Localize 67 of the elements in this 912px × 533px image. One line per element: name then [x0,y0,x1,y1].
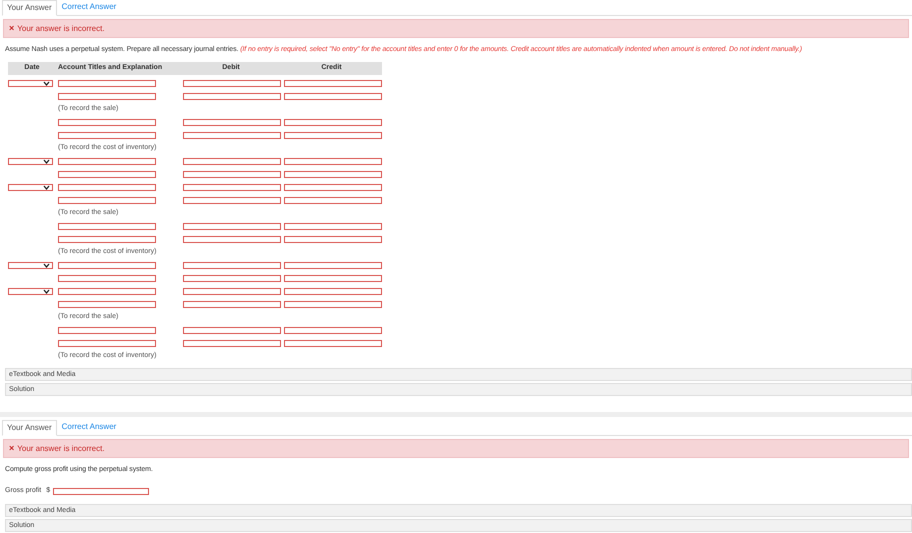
credit-input[interactable] [284,80,382,87]
debit-input[interactable] [183,275,281,282]
debit-input[interactable] [183,236,281,243]
credit-input[interactable] [284,132,382,139]
answer-tab[interactable]: Correct Answer [56,0,122,15]
chevron-down-icon [43,159,50,164]
debit-input[interactable] [183,119,281,126]
debit-input[interactable] [183,80,281,87]
account-input[interactable] [58,119,156,126]
chevron-down-icon [43,263,50,268]
credit-input[interactable] [284,119,382,126]
credit-input[interactable] [284,158,382,165]
account-input[interactable] [58,340,156,347]
credit-input[interactable] [284,275,382,282]
account-input[interactable] [58,80,156,87]
debit-input[interactable] [183,171,281,178]
error-message: Your answer is incorrect. [17,22,105,34]
date-dropdown[interactable] [8,288,53,295]
debit-input[interactable] [183,223,281,230]
credit-input[interactable] [284,301,382,308]
answer-tab[interactable]: Your Answer [2,0,57,16]
account-input[interactable] [58,301,156,308]
answer-tab[interactable]: Your Answer [2,420,57,436]
debit-input[interactable] [183,327,281,334]
credit-input[interactable] [284,223,382,230]
debit-input[interactable] [183,132,281,139]
debit-input[interactable] [183,184,281,191]
account-input[interactable] [58,236,156,243]
account-input[interactable] [58,158,156,165]
credit-input[interactable] [284,327,382,334]
account-input[interactable] [58,93,156,100]
account-input[interactable] [58,262,156,269]
date-dropdown[interactable] [8,158,53,165]
account-input[interactable] [58,132,156,139]
chevron-down-icon [43,81,50,86]
credit-input[interactable] [284,171,382,178]
debit-input[interactable] [183,288,281,295]
account-input[interactable] [58,184,156,191]
credit-input[interactable] [284,288,382,295]
chevron-down-icon [43,185,50,190]
credit-input[interactable] [284,197,382,204]
answer-tab[interactable]: Correct Answer [56,419,122,435]
date-dropdown[interactable] [8,262,53,269]
debit-input[interactable] [183,158,281,165]
credit-input[interactable] [284,340,382,347]
date-dropdown[interactable] [8,184,53,191]
account-input[interactable] [58,223,156,230]
date-dropdown[interactable] [8,80,53,87]
debit-input[interactable] [183,197,281,204]
gross-profit-input[interactable] [53,488,150,495]
error-icon: × [9,444,14,453]
error-icon: × [9,24,14,33]
credit-input[interactable] [284,236,382,243]
debit-input[interactable] [183,301,281,308]
chevron-down-icon [43,289,50,294]
error-message: Your answer is incorrect. [17,442,105,454]
account-input[interactable] [58,327,156,334]
account-input[interactable] [58,197,156,204]
account-input[interactable] [58,171,156,178]
credit-input[interactable] [284,262,382,269]
account-input[interactable] [58,288,156,295]
credit-input[interactable] [284,184,382,191]
debit-input[interactable] [183,262,281,269]
debit-input[interactable] [183,93,281,100]
debit-input[interactable] [183,340,281,347]
credit-input[interactable] [284,93,382,100]
account-input[interactable] [58,275,156,282]
